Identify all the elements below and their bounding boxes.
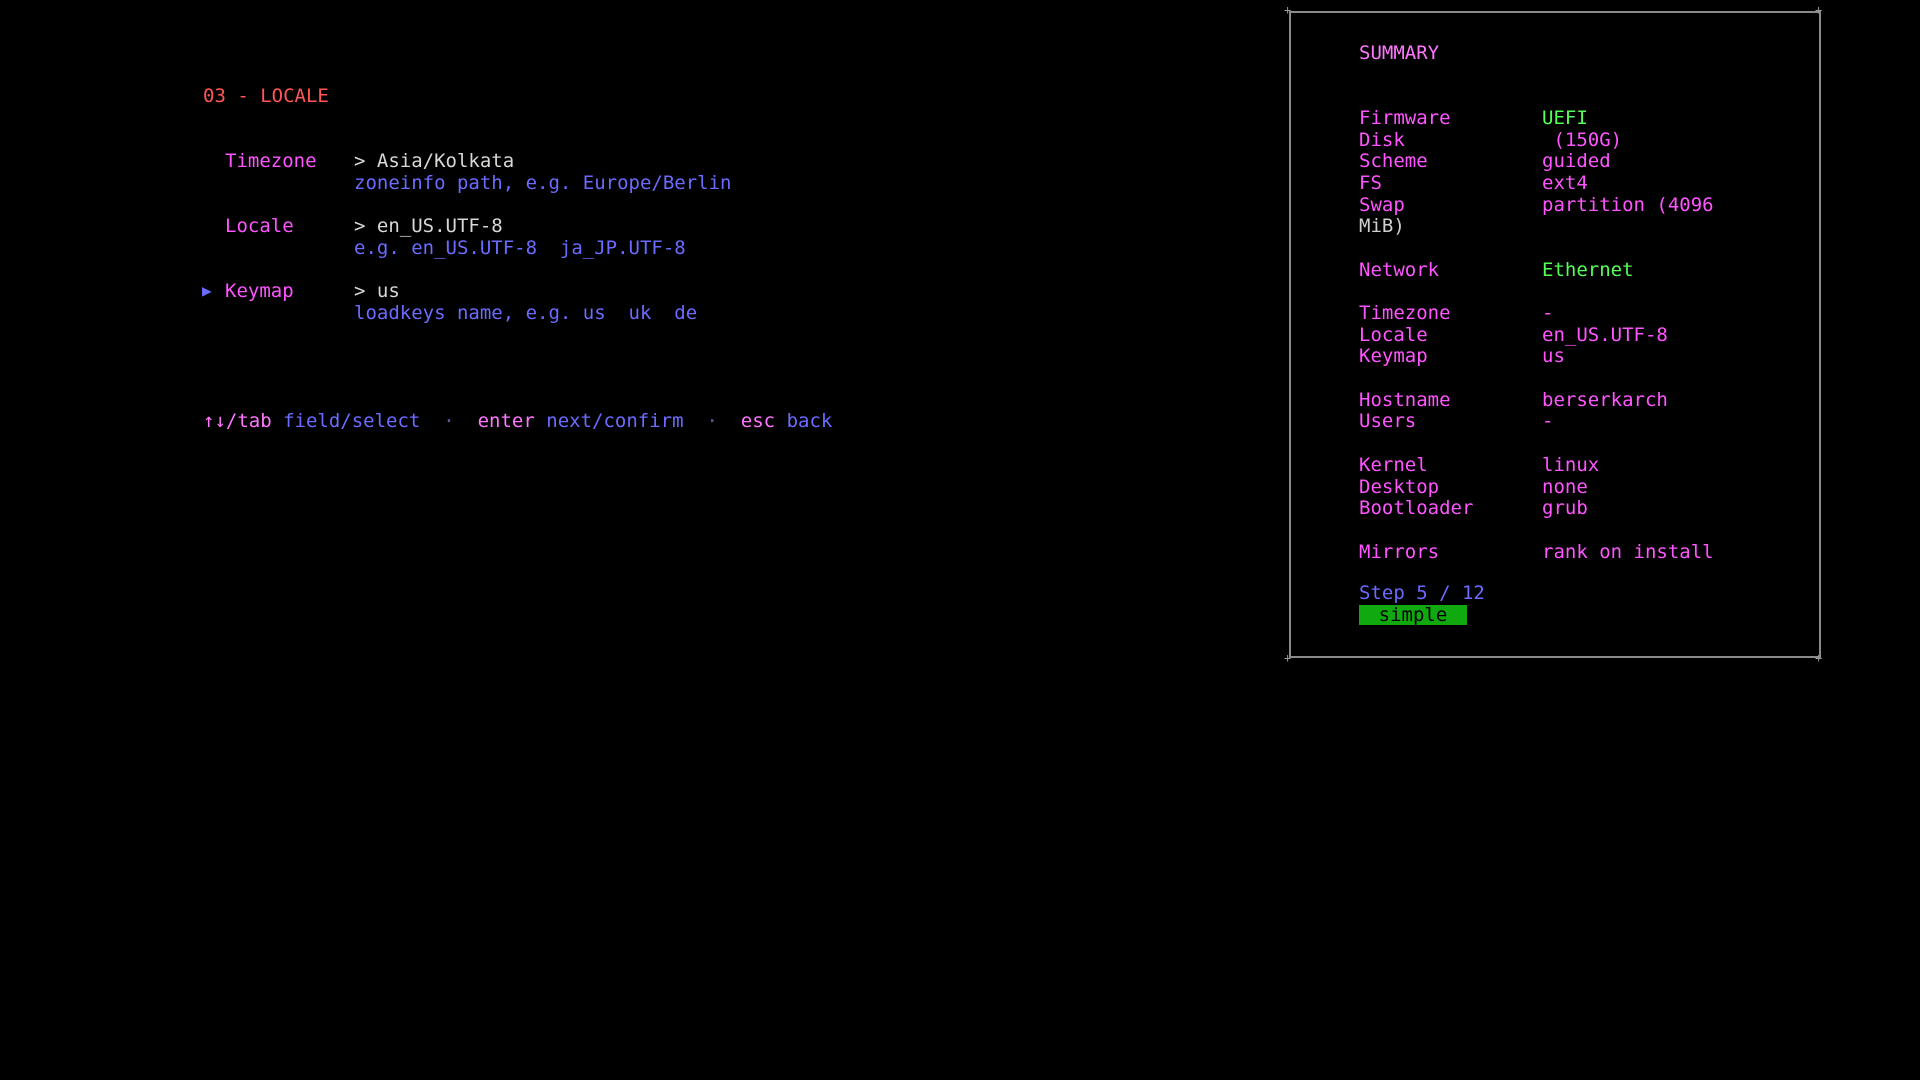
keymap-hint: loadkeys name, e.g. us uk de	[354, 302, 698, 324]
panel-corner: +	[1815, 3, 1823, 17]
summary-title: SUMMARY	[1359, 42, 1440, 64]
field-label-locale[interactable]: Locale	[225, 215, 294, 237]
summary-value-hostname: berserkarch	[1542, 389, 1668, 411]
step-title: 03 - LOCALE	[203, 85, 329, 107]
summary-key-mib: MiB)	[1359, 215, 1405, 237]
summary-key-timezone: Timezone	[1359, 302, 1451, 324]
step-progress: Step 5 / 12	[1359, 582, 1485, 604]
keymap-input[interactable]: > us	[354, 280, 400, 302]
enter-desc: next/confirm	[546, 410, 684, 432]
summary-value-keymap: us	[1542, 345, 1565, 367]
panel-corner: +	[1815, 651, 1823, 665]
locale-hint: e.g. en_US.UTF-8 ja_JP.UTF-8	[354, 237, 686, 259]
summary-key-desktop: Desktop	[1359, 476, 1440, 498]
summary-key-mirrors: Mirrors	[1359, 541, 1440, 563]
summary-key-fs: FS	[1359, 172, 1382, 194]
summary-key-swap: Swap	[1359, 194, 1405, 216]
summary-value-bootloader: grub	[1542, 497, 1588, 519]
summary-value-scheme: guided	[1542, 150, 1611, 172]
summary-value-disk: (150G)	[1542, 129, 1623, 151]
summary-key-hostname: Hostname	[1359, 389, 1451, 411]
summary-value-users: -	[1542, 410, 1554, 432]
locale-input[interactable]: > en_US.UTF-8	[354, 215, 503, 237]
summary-key-disk: Disk	[1359, 129, 1405, 151]
footer-separator: ·	[706, 410, 718, 432]
esc-desc: back	[786, 410, 833, 432]
field-label-keymap[interactable]: Keymap	[225, 280, 294, 302]
summary-key-locale: Locale	[1359, 324, 1428, 346]
panel-corner: +	[1284, 3, 1292, 17]
summary-value-network: Ethernet	[1542, 259, 1634, 281]
summary-value-swap: partition (4096	[1542, 194, 1714, 216]
summary-value-fs: ext4	[1542, 172, 1588, 194]
summary-key-users: Users	[1359, 410, 1417, 432]
summary-value-desktop: none	[1542, 476, 1588, 498]
summary-value-mirrors: rank on install	[1542, 541, 1714, 563]
field-label-timezone[interactable]: Timezone	[225, 150, 317, 172]
footer-separator: ·	[443, 410, 455, 432]
summary-value-firmware: UEFI	[1542, 107, 1588, 129]
summary-key-bootloader: Bootloader	[1359, 497, 1474, 519]
summary-value-timezone: -	[1542, 302, 1554, 324]
summary-key-kernel: Kernel	[1359, 454, 1428, 476]
summary-key-scheme: Scheme	[1359, 150, 1428, 172]
summary-key-firmware: Firmware	[1359, 107, 1451, 129]
nav-key: ↑↓/tab	[203, 410, 272, 432]
keybinding-footer: ↑↓/tab field/select · enter next/confirm…	[203, 388, 832, 432]
esc-key: esc	[740, 410, 776, 432]
nav-desc: field/select	[283, 410, 421, 432]
summary-value-locale: en_US.UTF-8	[1542, 324, 1668, 346]
focus-cursor-icon: ▶	[202, 281, 212, 300]
summary-key-keymap: Keymap	[1359, 345, 1428, 367]
panel-corner: +	[1284, 651, 1292, 665]
enter-key: enter	[477, 410, 535, 432]
mode-badge: simple	[1359, 605, 1467, 625]
summary-value-kernel: linux	[1542, 454, 1600, 476]
timezone-input[interactable]: > Asia/Kolkata	[354, 150, 514, 172]
summary-key-network: Network	[1359, 259, 1440, 281]
timezone-hint: zoneinfo path, e.g. Europe/Berlin	[354, 172, 732, 194]
